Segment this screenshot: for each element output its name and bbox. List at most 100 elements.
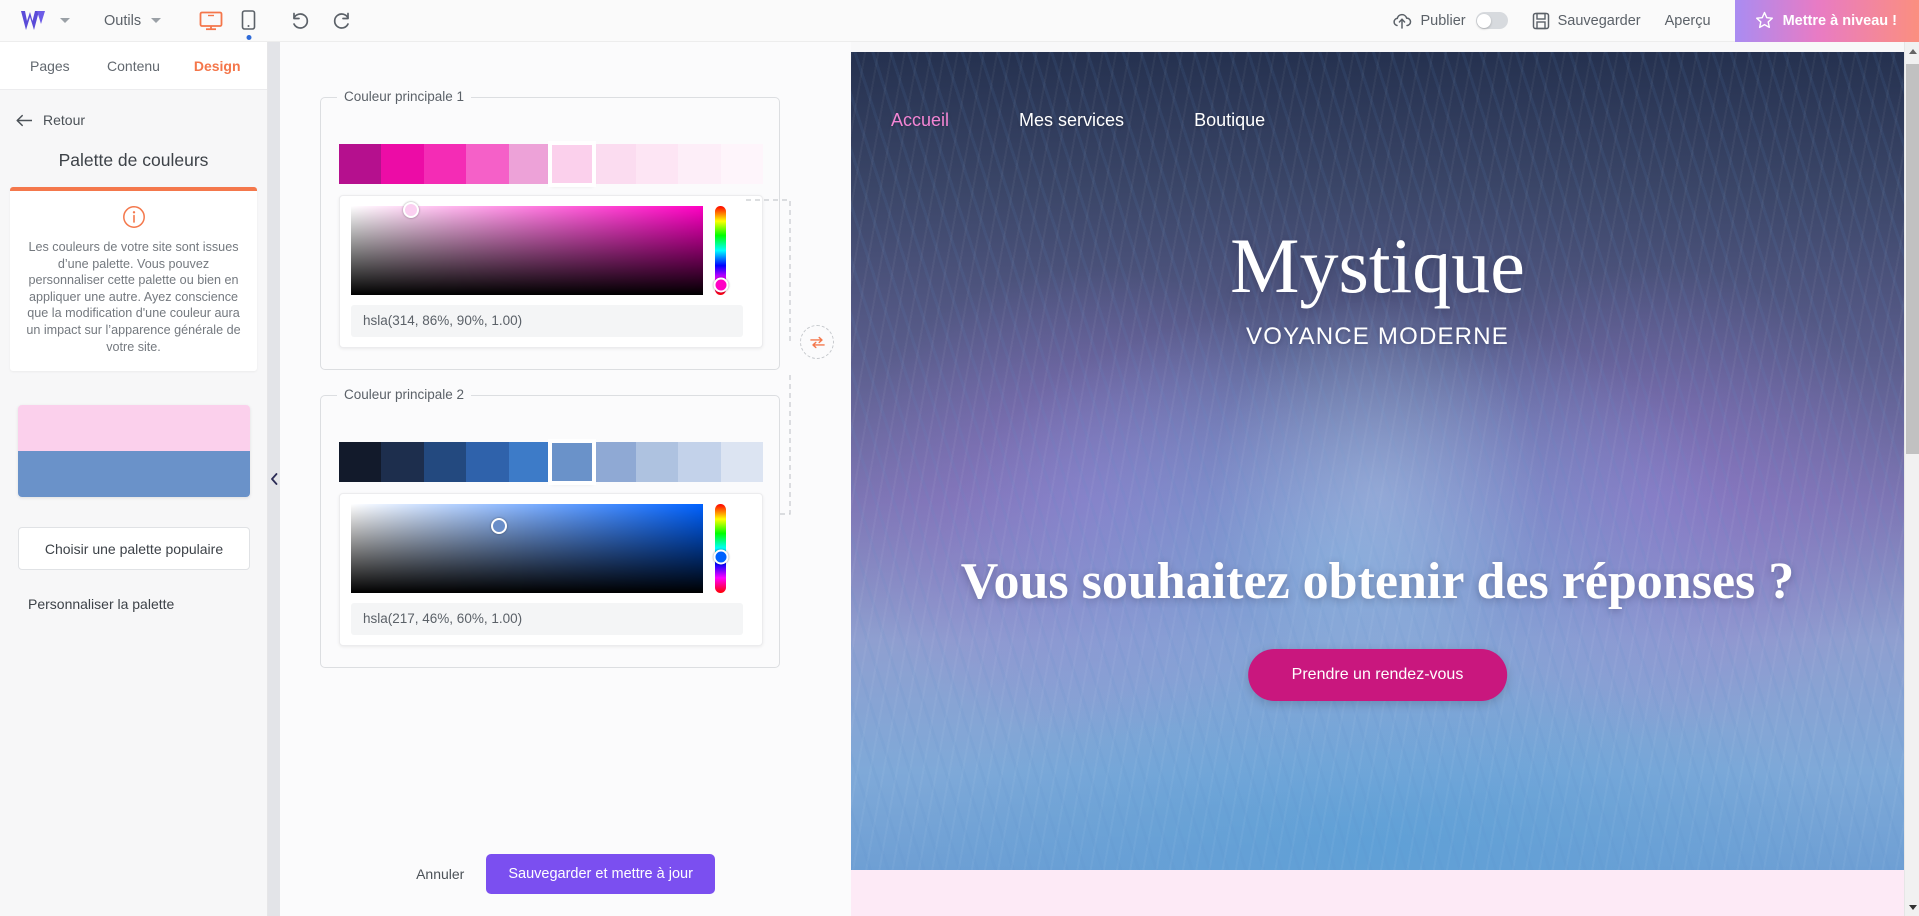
- save-button[interactable]: Sauvegarder: [1520, 12, 1653, 30]
- desktop-view-button[interactable]: [199, 11, 223, 31]
- upgrade-button[interactable]: Mettre à niveau !: [1734, 0, 1919, 42]
- chevron-down-icon: [151, 18, 162, 23]
- color-swatch[interactable]: [548, 141, 597, 187]
- color-group-2: Couleur principale 2: [320, 387, 780, 668]
- color-swatch[interactable]: [720, 442, 764, 482]
- preview-canvas: Accueil Mes services Boutique Mystique V…: [851, 52, 1904, 916]
- nav-link-mes-services[interactable]: Mes services: [1019, 110, 1124, 131]
- mobile-active-dot-icon: [246, 35, 252, 40]
- palette-preview-color-1: [18, 405, 250, 452]
- redo-icon: [333, 12, 349, 29]
- tab-contenu[interactable]: Contenu: [92, 42, 176, 90]
- color-swatch[interactable]: [720, 144, 764, 184]
- color-swatch[interactable]: [593, 144, 636, 184]
- scroll-up-arrow-icon[interactable]: [1905, 42, 1919, 60]
- preview-vertical-scrollbar[interactable]: [1904, 42, 1919, 916]
- nav-link-accueil[interactable]: Accueil: [891, 110, 949, 131]
- color-group-1-picker: [339, 195, 763, 348]
- color-swatch[interactable]: [466, 144, 509, 184]
- color-swatch[interactable]: [548, 439, 597, 485]
- color-swatch[interactable]: [678, 144, 721, 184]
- color-group-1: Couleur principale 1: [320, 89, 780, 370]
- hsla-value-input-1[interactable]: [351, 305, 743, 337]
- upgrade-label: Mettre à niveau !: [1782, 12, 1897, 29]
- swap-colors-icon: [809, 336, 825, 348]
- redo-button[interactable]: [330, 11, 352, 31]
- info-text: Les couleurs de votre site sont issues d…: [26, 240, 241, 354]
- color-group-1-legend: Couleur principale 1: [337, 89, 472, 104]
- app-logo[interactable]: [20, 10, 46, 32]
- color-swatch[interactable]: [423, 144, 467, 184]
- saturation-value-area-1[interactable]: [351, 201, 703, 295]
- color-swatch[interactable]: [678, 442, 721, 482]
- brand-subtitle: VOYANCE MODERNE: [1246, 323, 1509, 350]
- scrollbar-thumb[interactable]: [1906, 64, 1919, 454]
- color-swatch[interactable]: [593, 442, 636, 482]
- publish-toggle[interactable]: [1475, 12, 1508, 29]
- info-circle-icon: [24, 205, 243, 229]
- choose-popular-palette-button[interactable]: Choisir une palette populaire: [18, 527, 250, 571]
- back-button[interactable]: Retour: [0, 90, 267, 128]
- chevron-left-icon: [270, 473, 277, 485]
- save-disk-icon: [1532, 12, 1549, 29]
- color-swatch[interactable]: [466, 442, 509, 482]
- hero-texture-2: [851, 52, 1904, 870]
- back-label: Retour: [43, 112, 86, 128]
- top-toolbar-right: Publier Sauvegarder Aperçu Mettre à nive…: [1380, 0, 1919, 42]
- color-swatch[interactable]: [508, 442, 552, 482]
- hero-texture-1: [851, 52, 1904, 870]
- saturation-value-area-2[interactable]: [351, 504, 703, 593]
- logo-dropdown-caret-icon[interactable]: [60, 18, 70, 23]
- nav-link-boutique[interactable]: Boutique: [1194, 110, 1265, 131]
- site-preview: Accueil Mes services Boutique Mystique V…: [851, 42, 1919, 916]
- hero-face-glow: [1209, 297, 1546, 691]
- customize-palette-link[interactable]: Personnaliser la palette: [28, 596, 267, 612]
- save-and-update-button[interactable]: Sauvegarder et mettre à jour: [486, 854, 715, 894]
- color-swatch[interactable]: [635, 442, 679, 482]
- left-sidebar: Pages Contenu Design Retour Palette de c…: [0, 42, 268, 916]
- color-swatch[interactable]: [423, 442, 467, 482]
- preview-button[interactable]: Aperçu: [1653, 13, 1723, 29]
- publish-toggle-knob: [1477, 13, 1492, 28]
- undo-button[interactable]: [290, 11, 312, 31]
- color-swatch[interactable]: [381, 442, 424, 482]
- cta-appointment-button[interactable]: Prendre un rendez-vous: [1247, 649, 1508, 701]
- sidebar-tabs: Pages Contenu Design: [0, 42, 267, 90]
- save-label: Sauvegarder: [1557, 12, 1641, 29]
- palette-preview-color-2: [18, 451, 250, 498]
- sv-cursor-1[interactable]: [402, 201, 419, 218]
- hero-section: Accueil Mes services Boutique Mystique V…: [851, 52, 1904, 870]
- page-title: Palette de couleurs: [58, 150, 209, 170]
- color-swatch[interactable]: [339, 442, 382, 482]
- monitor-icon: [199, 11, 223, 30]
- hsla-value-input-2[interactable]: [351, 603, 743, 635]
- mobile-view-button[interactable]: [241, 10, 256, 40]
- color-swatch[interactable]: [635, 144, 679, 184]
- brand-title: Mystique: [1230, 222, 1525, 309]
- tab-pages[interactable]: Pages: [8, 42, 92, 90]
- palette-preview-swatch[interactable]: [18, 405, 250, 498]
- tools-menu[interactable]: Outils: [104, 13, 162, 29]
- sidebar-collapse-handle[interactable]: [268, 42, 280, 916]
- undo-icon: [293, 12, 309, 29]
- color-swatch[interactable]: [508, 144, 552, 184]
- history-controls: [290, 11, 352, 31]
- color-swatch[interactable]: [381, 144, 424, 184]
- preview-label: Aperçu: [1664, 12, 1711, 29]
- color-swatch[interactable]: [339, 144, 382, 184]
- brand-block: Mystique VOYANCE MODERNE: [851, 227, 1904, 351]
- editor-footer-actions: Annuler Sauvegarder et mettre à jour: [280, 854, 851, 894]
- preview-top-padding: [851, 42, 1919, 52]
- tab-design[interactable]: Design: [175, 42, 259, 90]
- info-callout: Les couleurs de votre site sont issues d…: [10, 187, 257, 372]
- sv-cursor-2[interactable]: [490, 518, 507, 535]
- hue-slider-cursor-1[interactable]: [713, 277, 728, 293]
- swap-colors-button[interactable]: [800, 325, 834, 359]
- editor-application: Outils Publier Sauvegarder Aperçu Mettre…: [0, 0, 1919, 916]
- cancel-button[interactable]: Annuler: [416, 866, 464, 882]
- scroll-down-arrow-icon[interactable]: [1905, 898, 1919, 916]
- hue-slider-2[interactable]: [715, 504, 726, 593]
- swap-connector: [745, 192, 851, 522]
- hue-slider-cursor-2[interactable]: [713, 549, 728, 565]
- publish-control[interactable]: Publier: [1380, 12, 1519, 30]
